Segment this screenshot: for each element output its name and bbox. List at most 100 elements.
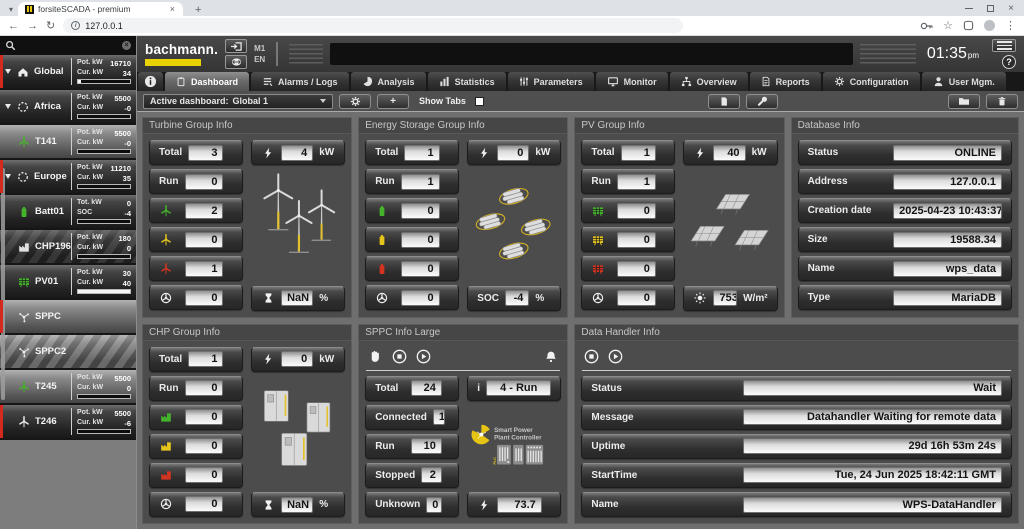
stat-row: Total3	[149, 140, 243, 165]
window-close-button[interactable]: ×	[1008, 3, 1014, 14]
edit-dashboard-button[interactable]	[746, 94, 778, 109]
dashboard-settings-button[interactable]	[339, 94, 371, 109]
stat-row: Total24	[365, 376, 459, 401]
stat-value: 0	[617, 203, 656, 219]
open-dashboard-button[interactable]	[948, 94, 980, 109]
tab-reports[interactable]: Reports	[750, 72, 821, 91]
tab-groups-icon[interactable]	[963, 20, 974, 31]
tree-item-label: CHP196	[35, 241, 71, 252]
dashboard-icon	[176, 76, 186, 87]
reload-icon[interactable]: ↻	[46, 19, 55, 32]
field-row-creation-date: Creation date2025-04-23 10:43:37.0	[798, 198, 1012, 223]
stat-row: Connected12	[365, 405, 459, 430]
field-label: Name	[591, 499, 618, 510]
value-label: Pot. kW	[77, 269, 103, 278]
chevron-down-icon[interactable]	[5, 69, 11, 74]
site-info-icon[interactable]: i	[71, 21, 80, 30]
clock: 01:35 pm	[927, 45, 979, 63]
tab-parameters[interactable]: Parameters	[508, 72, 594, 91]
tree-item-chp196[interactable]: CHP196Pot. kW180Cur. kW0	[0, 230, 136, 263]
menu-icon[interactable]	[992, 39, 1016, 52]
clear-search-icon[interactable]: ×	[122, 41, 131, 50]
value-number: 35	[123, 174, 131, 183]
tree-item-batt01[interactable]: Batt01Tot. kW0SOC-4	[0, 195, 136, 228]
irradiance-widget: 753 W/m²	[683, 286, 777, 311]
tree-item-t245[interactable]: T245Pot. kW5500Cur. kW0	[0, 370, 136, 403]
add-dashboard-button[interactable]: +	[377, 94, 409, 109]
show-tabs-checkbox[interactable]	[475, 97, 484, 106]
tree-item-global[interactable]: GlobalPot. kW16710Cur. kW34	[0, 55, 136, 88]
tree-item-europe[interactable]: EuropePot. kW11210Cur. kW35	[0, 160, 136, 193]
tree-item-africa[interactable]: AfricaPot. kW5500Cur. kW-0	[0, 90, 136, 123]
configuration-icon	[834, 76, 845, 87]
tab-label: Configuration	[850, 77, 909, 87]
tree-search-input[interactable]	[20, 41, 118, 51]
tab-dashboard[interactable]: Dashboard	[165, 72, 249, 91]
window-minimize-button[interactable]	[965, 8, 973, 9]
chevron-down-icon[interactable]	[5, 104, 11, 109]
stop-button[interactable]	[392, 349, 407, 364]
chevron-down-icon[interactable]	[5, 174, 11, 179]
power-bar	[77, 254, 131, 259]
profile-avatar[interactable]	[984, 20, 995, 31]
info-tab[interactable]	[138, 72, 163, 91]
login-button[interactable]	[225, 39, 247, 53]
tree-item-t246[interactable]: T246Pot. kW5500Cur. kW-6	[0, 405, 136, 438]
tree-item-pv01[interactable]: PV01Pot. kW30Cur. kW40	[0, 265, 136, 298]
field-value: Datahandler Waiting for remote data	[743, 409, 1002, 425]
stat-row: 0	[149, 434, 243, 459]
tab-configuration[interactable]: Configuration	[823, 72, 920, 91]
play-button[interactable]	[416, 349, 431, 364]
bookmark-star-icon[interactable]: ☆	[943, 19, 953, 32]
show-tabs-label: Show Tabs	[419, 96, 466, 106]
tab-user-mgmt[interactable]: User Mgm.	[922, 72, 1006, 91]
tab-analysis[interactable]: Analysis	[351, 72, 426, 91]
tree-item-t141[interactable]: T141Pot. kW5500Cur. kW-0	[0, 125, 136, 158]
new-tab-button[interactable]: +	[191, 4, 205, 16]
alarm-bell-icon[interactable]	[544, 350, 558, 364]
field-label: Size	[808, 234, 828, 245]
close-tab-icon[interactable]: ×	[169, 4, 176, 14]
tab-monitor[interactable]: Monitor	[596, 72, 668, 91]
field-row-name: Namewps_data	[798, 256, 1012, 281]
play-button[interactable]	[608, 349, 623, 364]
url-field[interactable]: i 127.0.0.1	[63, 18, 683, 33]
tab-search-icon[interactable]: ▾	[4, 3, 18, 16]
panel-title: SPPC Info Large	[359, 325, 567, 341]
back-icon[interactable]: ←	[8, 20, 19, 32]
active-dashboard-select[interactable]: Active dashboard: Global 1	[143, 94, 333, 109]
browser-tab[interactable]: forsiteSCADA - premium ×	[18, 2, 183, 16]
value-number: 0	[127, 244, 131, 253]
forward-icon[interactable]: →	[27, 20, 38, 32]
value-label: Cur. kW	[77, 384, 103, 393]
tree-item-sppc2[interactable]: SPPC2	[0, 335, 136, 368]
delete-dashboard-button[interactable]	[986, 94, 1018, 109]
service-status-icon	[375, 292, 389, 304]
help-button[interactable]: ?	[1002, 55, 1016, 69]
value-number: 5500	[114, 129, 131, 138]
tab-overview[interactable]: Overview	[670, 72, 748, 91]
stat-value: 2	[185, 203, 224, 219]
sppc-icon	[16, 346, 31, 358]
power-unit: kW	[535, 147, 551, 158]
tab-statistics[interactable]: Statistics	[428, 72, 506, 91]
module-label: M1	[254, 45, 265, 53]
factory-status-icon	[159, 440, 173, 452]
export-dashboard-button[interactable]	[708, 94, 740, 109]
value-label: SOC	[77, 209, 92, 218]
stop-button[interactable]	[584, 349, 599, 364]
stat-row: Stopped2	[365, 463, 459, 488]
manual-mode-icon[interactable]	[368, 349, 383, 364]
passkey-icon[interactable]	[920, 21, 933, 31]
window-maximize-button[interactable]	[987, 5, 994, 12]
factory-status-icon	[159, 411, 173, 423]
tree-item-sppc[interactable]: SPPC	[0, 300, 136, 333]
stat-label: Stopped	[375, 470, 415, 481]
language-button[interactable]	[225, 55, 247, 69]
browser-menu-icon[interactable]: ⋮	[1005, 19, 1016, 32]
user-mgmt-icon	[933, 76, 944, 87]
panel-title: PV Group Info	[575, 118, 783, 134]
power-unit: kW	[752, 147, 768, 158]
tab-label: User Mgm.	[949, 77, 995, 87]
tab-alarms-logs[interactable]: Alarms / Logs	[251, 72, 349, 91]
